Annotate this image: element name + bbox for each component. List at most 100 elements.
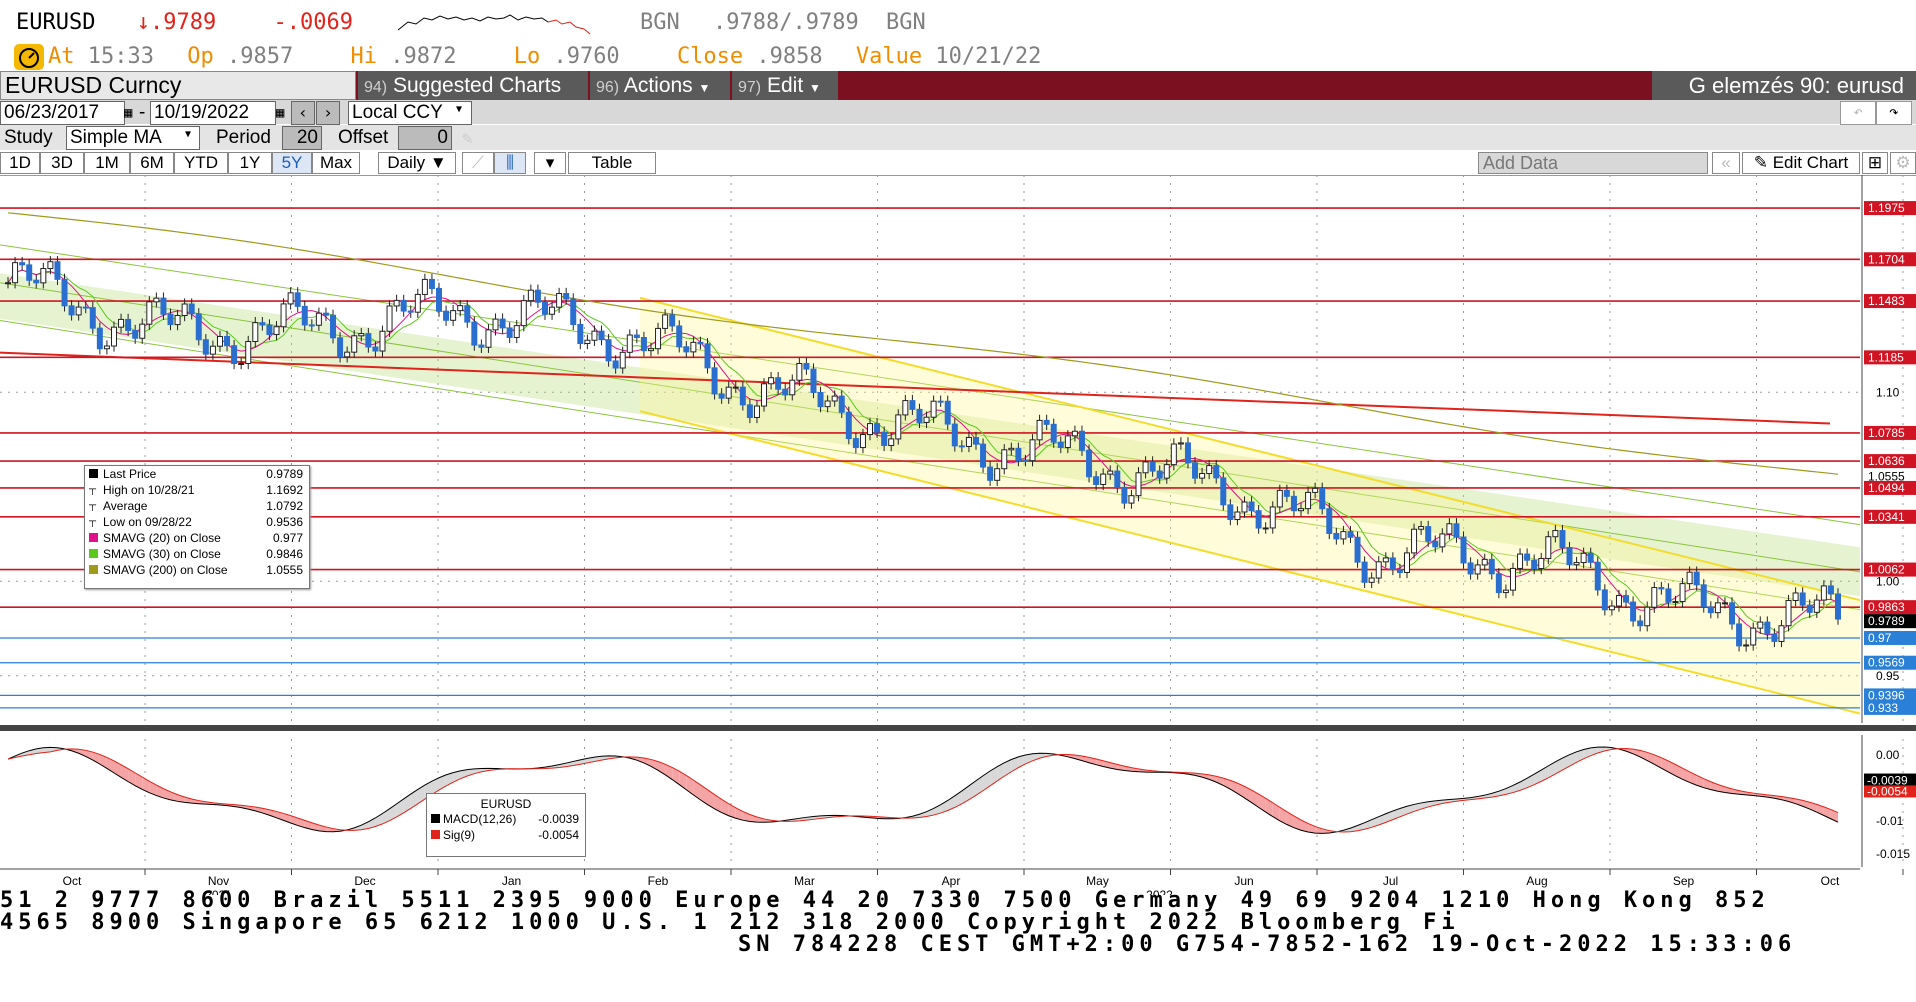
candle-body [414,293,421,313]
edit-button[interactable]: 97) Edit ▼ [732,71,838,100]
candle-body [881,431,888,446]
value-label: Value [855,44,923,69]
candle-body [1050,423,1057,443]
period-input[interactable]: 20 [282,126,322,150]
candle-body [1608,605,1615,611]
range-3d[interactable]: 3D [40,152,84,174]
suggested-charts-button[interactable]: 94) Suggested Charts [358,71,588,100]
level-label: 1.1975 [1868,201,1905,215]
gear-icon[interactable]: ⚙ [1890,152,1916,174]
prev-period-icon[interactable]: ‹ [291,101,315,125]
legend-value: 1.1692 [266,483,303,497]
candle-body [1184,442,1191,464]
candle-body [471,321,478,346]
study-select[interactable]: Simple MA [66,126,200,150]
offset-input[interactable]: 0 [398,126,452,150]
macd-legend-title: EURUSD [480,797,532,811]
candle-body [647,348,654,352]
candle-body [47,261,54,270]
chart-settings-icon[interactable]: ⊞ [1862,152,1888,174]
candle-body [428,278,435,289]
actions-button[interactable]: 96) Actions ▼ [590,71,730,100]
collapse-icon[interactable]: « [1712,152,1740,174]
candle-body [273,326,280,336]
candle-body [1382,557,1389,563]
macd-legend-swatch [431,830,440,839]
next-period-icon[interactable]: › [316,101,340,125]
level-label: 0.9569 [1868,656,1905,670]
candle-body [1658,587,1665,590]
candle-body [485,329,492,348]
candle-body [958,445,965,448]
candle-body [421,278,428,295]
line-chart-icon[interactable]: ⟋ [462,152,494,174]
candle-body [831,395,838,402]
low-label: Lo [513,44,541,69]
candle-body [859,434,866,449]
candle-body [1333,532,1340,540]
candle-body [633,334,640,339]
candle-body [1269,506,1276,529]
candle-body [1227,504,1234,521]
table-button[interactable]: Table [568,152,656,174]
candle-body [1736,623,1743,647]
currency-caret-icon: ▼ [456,104,463,115]
candle-body [902,400,909,416]
candle-body [89,307,96,329]
redo-icon[interactable]: ↷ [1876,101,1912,125]
candle-body [96,327,103,350]
candle-chart-icon[interactable]: ⫼ [494,152,526,174]
candle-body [1721,602,1728,605]
candle-body [1757,621,1764,629]
macd-legend-row: MACD(12,26) -0.0039 [427,811,585,827]
start-calendar-icon[interactable]: ▦ [124,101,138,125]
chart-type-caret-icon[interactable]: ▾ [534,152,566,174]
range-max[interactable]: Max [312,152,360,174]
macd-legend: EURUSD MACD(12,26) -0.0039 Sig(9) -0.0054 [426,793,586,857]
candle-body [1206,465,1213,474]
frequency-select[interactable]: Daily ▼ [378,152,456,174]
edit-chart-button[interactable]: ✎ Edit Chart [1742,152,1860,174]
range-1y[interactable]: 1Y [228,152,272,174]
currency-select[interactable]: Local CCY [348,101,472,125]
candle-body [1043,419,1050,425]
security-field[interactable]: EURUSD Curncy [0,71,356,100]
candle-body [372,346,379,352]
candle-body [1693,571,1700,586]
candle-body [1170,443,1177,466]
candle-body [1432,540,1439,548]
range-1d[interactable]: 1D [0,152,40,174]
open-label: Op [187,44,214,69]
candle-body [570,298,577,325]
end-date-field[interactable]: 10/19/2022 [150,101,276,125]
start-date-field[interactable]: 06/23/2017 [0,101,125,125]
pencil-icon[interactable]: ✎ [462,128,473,149]
candle-body [33,279,40,284]
candle-body [1340,531,1347,540]
candle-body [68,305,75,316]
candle-body [577,323,584,345]
candle-body [1615,595,1622,607]
candle-body [1312,487,1319,493]
macd-legend-name: Sig(9) [443,828,476,842]
study-label: Study [4,127,53,148]
candle-body [1064,435,1071,448]
candle-body [1806,604,1813,613]
end-calendar-icon[interactable]: ▦ [276,101,290,125]
candle-body [739,386,746,406]
candle-body [400,299,407,312]
undo-icon[interactable]: ↶ [1840,101,1876,125]
range-5y[interactable]: 5Y [272,152,312,174]
candle-body [1192,462,1199,479]
candle-body [1142,461,1149,474]
bid-ask: BGN .9788/.9789 BGN [640,10,926,35]
add-data-input[interactable]: Add Data [1478,152,1708,174]
level-label: 1.0341 [1868,510,1905,524]
range-6m[interactable]: 6M [130,152,174,174]
candle-body [386,305,393,332]
candle-body [1813,599,1820,613]
range-1m[interactable]: 1M [84,152,130,174]
alert-icon[interactable] [14,44,44,70]
source-2: BGN [885,10,926,35]
range-ytd[interactable]: YTD [174,152,228,174]
